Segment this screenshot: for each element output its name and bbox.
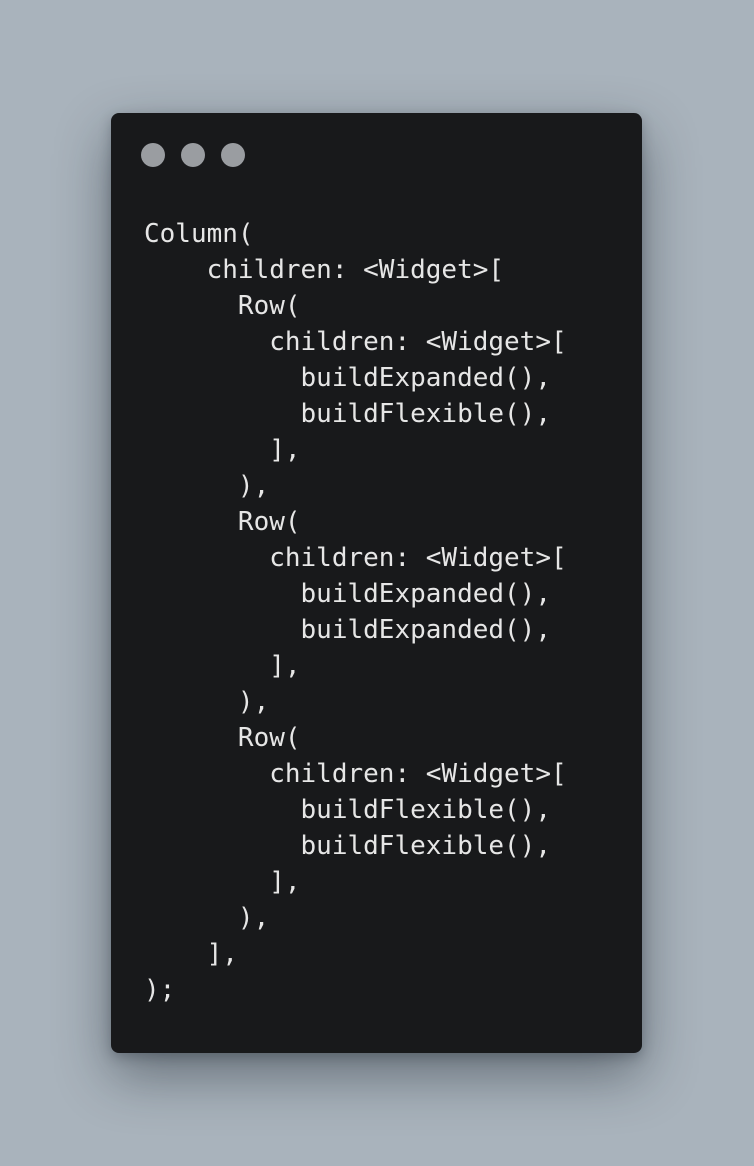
code-line: ), [144, 687, 270, 717]
window-dot-icon [141, 143, 165, 167]
code-line: ], [144, 435, 301, 465]
window-dot-icon [181, 143, 205, 167]
code-line: buildExpanded(), [144, 615, 551, 645]
code-line: ], [144, 651, 301, 681]
code-line: children: <Widget>[ [144, 255, 505, 285]
code-line: ], [144, 939, 238, 969]
code-line: Row( [144, 291, 301, 321]
code-line: ); [144, 975, 176, 1005]
code-line: ), [144, 903, 270, 933]
code-line: buildExpanded(), [144, 579, 551, 609]
code-line: children: <Widget>[ [144, 327, 567, 357]
code-line: buildExpanded(), [144, 363, 551, 393]
code-line: ), [144, 471, 270, 501]
code-line: Column( [144, 219, 254, 249]
code-line: buildFlexible(), [144, 795, 551, 825]
code-line: buildFlexible(), [144, 399, 551, 429]
code-line: Row( [144, 723, 301, 753]
code-line: buildFlexible(), [144, 831, 551, 861]
code-line: Row( [144, 507, 301, 537]
code-line: children: <Widget>[ [144, 543, 567, 573]
code-window: Column( children: <Widget>[ Row( childre… [111, 113, 642, 1053]
window-dot-icon [221, 143, 245, 167]
code-block: Column( children: <Widget>[ Row( childre… [144, 216, 567, 1008]
code-line: ], [144, 867, 301, 897]
code-line: children: <Widget>[ [144, 759, 567, 789]
